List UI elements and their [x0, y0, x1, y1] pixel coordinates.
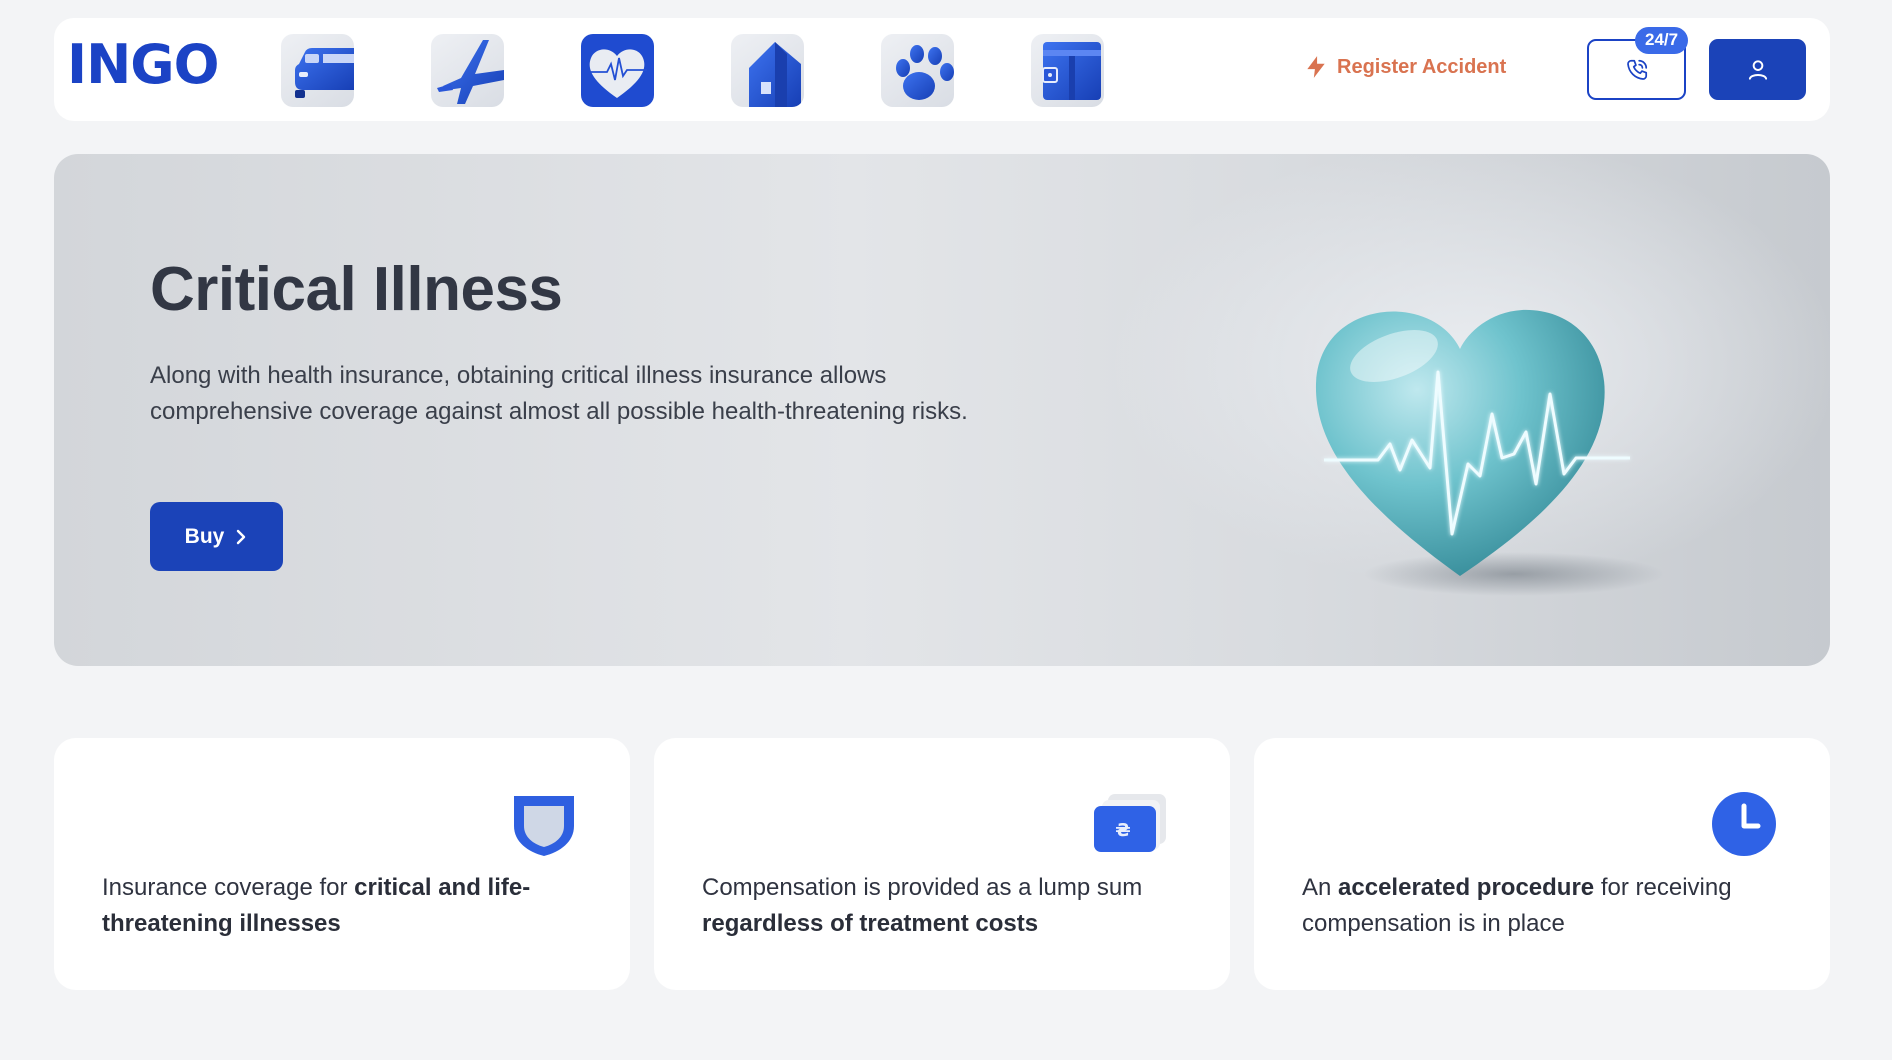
car-insurance-icon[interactable]	[281, 34, 354, 107]
chevron-right-icon	[237, 529, 246, 544]
feature-text-plain: Compensation is provided as a lump sum	[702, 874, 1143, 901]
user-icon	[1748, 59, 1767, 80]
page-title: Critical Illness	[150, 255, 563, 324]
clock-icon	[1712, 792, 1776, 856]
feature-text: Insurance coverage for critical and life…	[102, 870, 582, 942]
buy-button[interactable]: Buy	[150, 502, 283, 571]
feature-text-plain: Insurance coverage for	[102, 874, 355, 901]
buy-button-label: Buy	[184, 524, 225, 548]
travel-insurance-icon[interactable]	[431, 34, 504, 107]
phone-icon	[1626, 59, 1647, 80]
shield-icon	[514, 796, 574, 856]
feature-text-plain: An	[1302, 874, 1339, 901]
top-navigation-bar: INGO Register Accident 24/7	[54, 18, 1830, 121]
svg-text:₴: ₴	[1115, 820, 1130, 841]
home-insurance-icon[interactable]	[731, 34, 804, 107]
health-insurance-icon[interactable]	[581, 34, 654, 107]
payment-cards-icon: ₴	[1094, 794, 1166, 852]
feature-text-bold: regardless of treatment costs	[702, 910, 1039, 937]
feature-text: Compensation is provided as a lump sum r…	[702, 870, 1182, 942]
feature-card-coverage: Insurance coverage for critical and life…	[54, 738, 630, 990]
hero-description: Along with health insurance, obtaining c…	[150, 362, 968, 425]
wallet-insurance-icon[interactable]	[1031, 34, 1104, 107]
feature-card-compensation: ₴ Compensation is provided as a lump sum…	[654, 738, 1230, 990]
heart-with-heartbeat-illustration	[1315, 309, 1664, 596]
pet-insurance-icon[interactable]	[881, 34, 954, 107]
account-button[interactable]	[1709, 39, 1806, 100]
feature-card-procedure: An accelerated procedure for receiving c…	[1254, 738, 1830, 990]
hotline-24-7-badge: 24/7	[1635, 27, 1689, 54]
lightning-icon	[1307, 56, 1325, 78]
hero-banner: Critical Illness Along with health insur…	[54, 154, 1830, 666]
feature-text: An accelerated procedure for receiving c…	[1302, 870, 1782, 942]
register-accident-link[interactable]: Register Accident	[1303, 54, 1506, 80]
ingo-logo[interactable]: INGO	[67, 38, 220, 92]
register-accident-label: Register Accident	[1337, 55, 1507, 78]
feature-text-bold: accelerated procedure	[1338, 874, 1595, 901]
